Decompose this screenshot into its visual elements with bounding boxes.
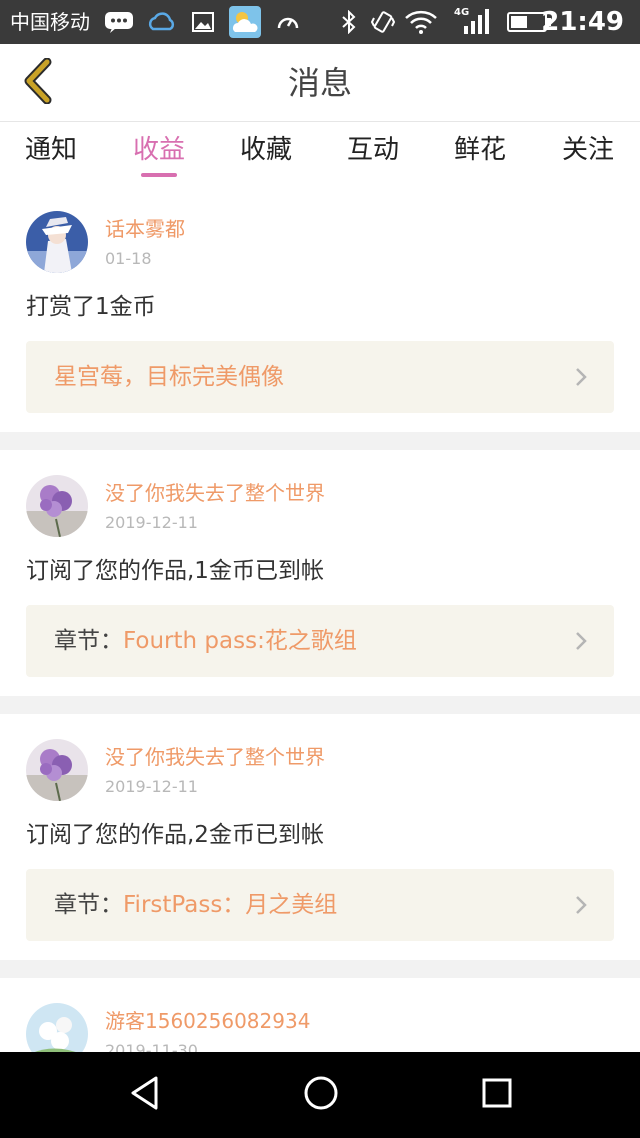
- image-icon: [190, 9, 216, 35]
- chat-notification-icon: [104, 9, 134, 35]
- tab-earnings[interactable]: 收益: [109, 122, 209, 186]
- user-name[interactable]: 游客1560256082934: [105, 1008, 310, 1034]
- weather-app-icon: [228, 6, 262, 38]
- tab-label: 通知: [24, 135, 77, 165]
- tab-label: 收藏: [239, 135, 292, 165]
- item-date: 01-18: [105, 249, 152, 268]
- network-type-label: 4G: [454, 7, 469, 18]
- work-link-text: 星宫莓，目标完美偶像: [54, 341, 284, 413]
- chevron-right-icon: [574, 631, 588, 651]
- chevron-right-icon: [574, 367, 588, 387]
- user-name[interactable]: 没了你我失去了整个世界: [105, 744, 325, 770]
- clock: 21:49: [541, 7, 624, 37]
- item-message: 打赏了1金币: [26, 294, 156, 320]
- active-tab-indicator: [141, 173, 177, 177]
- page-title: 消息: [287, 64, 352, 102]
- work-link[interactable]: 星宫莓，目标完美偶像: [26, 341, 614, 413]
- item-message: 订阅了您的作品,2金币已到帐: [26, 822, 324, 848]
- status-bar: 中国移动 4G 21:49: [0, 0, 640, 44]
- system-recent-button[interactable]: [472, 1070, 522, 1120]
- chevron-left-icon: [21, 57, 55, 108]
- work-link-text: 章节：Fourth pass:花之歌组: [54, 605, 357, 677]
- tab-label: 互动: [346, 135, 399, 165]
- system-navigation-bar: [0, 1052, 640, 1138]
- earning-item: 没了你我失去了整个世界 2019-12-11 订阅了您的作品,1金币已到帐 章节…: [0, 450, 640, 696]
- work-title: FirstPass：月之美组: [123, 892, 338, 918]
- avatar[interactable]: [26, 739, 88, 801]
- avatar[interactable]: [26, 211, 88, 273]
- back-button[interactable]: [10, 54, 66, 112]
- wifi-icon: [404, 9, 438, 35]
- earning-item: 话本雾都 01-18 打赏了1金币 星宫莓，目标完美偶像: [0, 186, 640, 432]
- tab-label: 关注: [561, 135, 614, 165]
- weather-cloud-icon: [146, 9, 176, 35]
- screen: 中国移动 4G 21:49 消息 通知 收益 收藏 互动 鲜花 关注 话本雾都 …: [0, 0, 640, 1138]
- tab-bar: 通知 收益 收藏 互动 鲜花 关注: [0, 122, 640, 186]
- tab-notify[interactable]: 通知: [1, 122, 101, 186]
- system-home-button[interactable]: [296, 1070, 346, 1120]
- triangle-back-icon: [128, 1075, 162, 1115]
- tab-following[interactable]: 关注: [538, 122, 638, 186]
- tab-favorites[interactable]: 收藏: [216, 122, 316, 186]
- tab-label: 收益: [132, 135, 185, 165]
- tab-flowers[interactable]: 鲜花: [430, 122, 530, 186]
- circle-home-icon: [303, 1075, 339, 1115]
- work-title: Fourth pass:花之歌组: [123, 628, 357, 654]
- work-link[interactable]: 章节：FirstPass：月之美组: [26, 869, 614, 941]
- system-back-button[interactable]: [120, 1070, 170, 1120]
- tab-interactions[interactable]: 互动: [323, 122, 423, 186]
- work-link-prefix: 章节：: [54, 892, 123, 918]
- item-message: 订阅了您的作品,1金币已到帐: [26, 558, 324, 584]
- avatar[interactable]: [26, 475, 88, 537]
- square-recent-icon: [481, 1077, 513, 1113]
- work-link-text: 章节：FirstPass：月之美组: [54, 869, 337, 941]
- tab-label: 鲜花: [453, 135, 506, 165]
- user-name[interactable]: 没了你我失去了整个世界: [105, 480, 325, 506]
- user-name[interactable]: 话本雾都: [105, 216, 185, 242]
- item-date: 2019-12-11: [105, 777, 198, 796]
- bluetooth-icon: [338, 9, 360, 35]
- cell-signal-icon: 4G: [452, 4, 492, 36]
- carrier-label: 中国移动: [10, 10, 90, 34]
- chevron-right-icon: [574, 895, 588, 915]
- work-link-prefix: 章节：: [54, 628, 123, 654]
- work-link[interactable]: 章节：Fourth pass:花之歌组: [26, 605, 614, 677]
- work-title: 星宫莓，目标完美偶像: [54, 364, 284, 390]
- vibrate-icon: [370, 9, 396, 35]
- speedometer-icon: [274, 9, 302, 35]
- earning-item: 没了你我失去了整个世界 2019-12-11 订阅了您的作品,2金币已到帐 章节…: [0, 714, 640, 960]
- item-date: 2019-12-11: [105, 513, 198, 532]
- header-bar: 消息: [0, 44, 640, 122]
